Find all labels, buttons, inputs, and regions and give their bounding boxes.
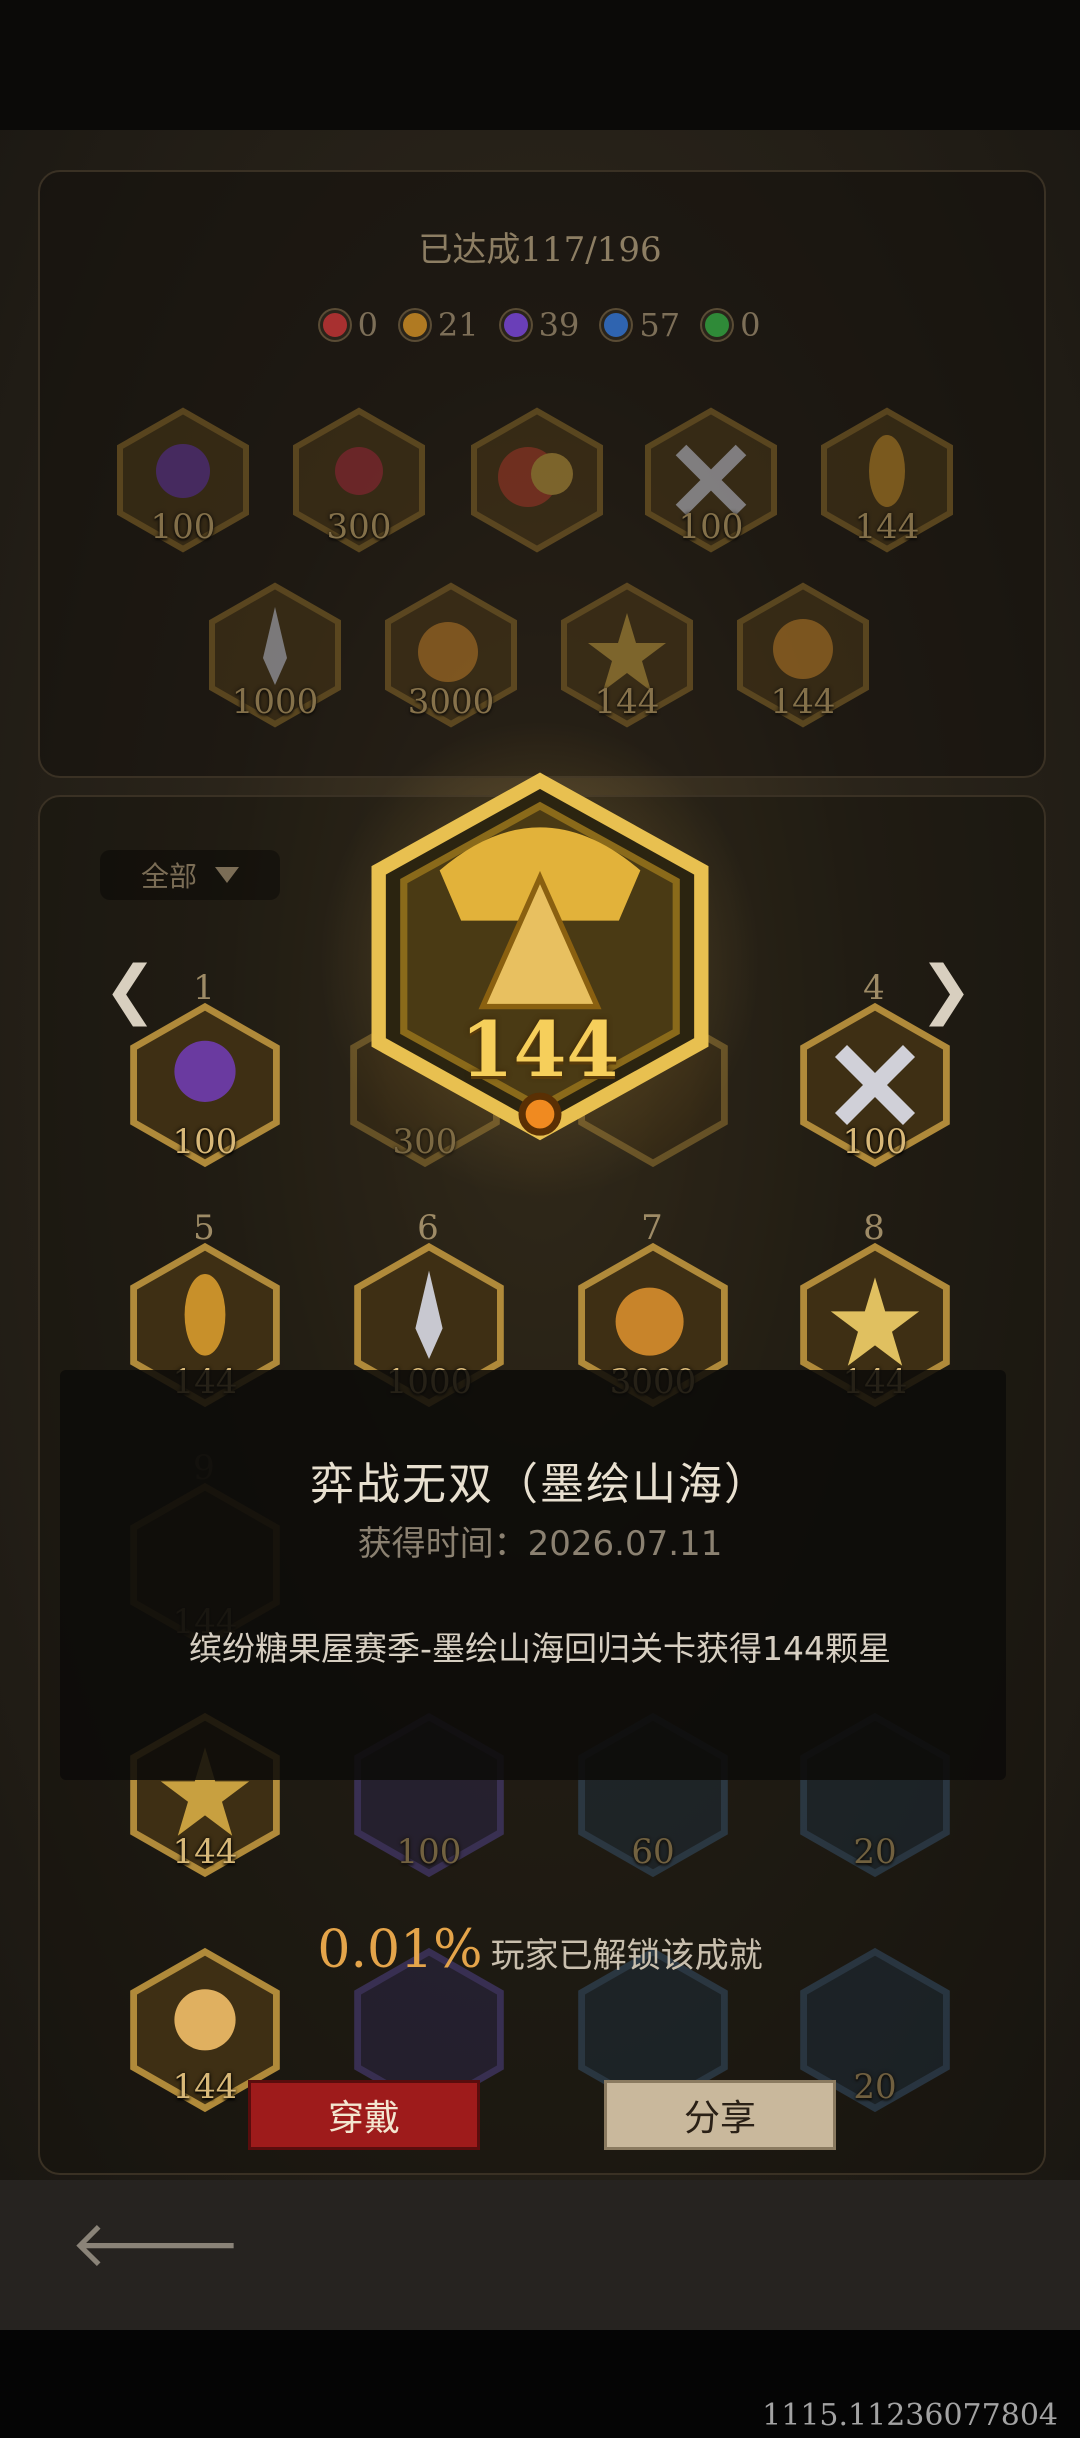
gem-purple: 39	[500, 306, 579, 344]
gem-red: 0	[319, 306, 378, 344]
green-gem-icon	[702, 310, 733, 340]
achievement-count: 已达成117/196	[418, 230, 662, 270]
top-bar	[0, 0, 1080, 130]
filter-dropdown[interactable]: 全部	[100, 850, 280, 900]
badge-moon-icon	[471, 407, 603, 553]
top-badge[interactable]: 100	[636, 405, 786, 555]
gem-blue: 57	[601, 306, 680, 344]
gem-gold: 21	[399, 306, 479, 344]
unlock-text: 玩家已解锁该成就	[490, 1936, 763, 1976]
grid-badge[interactable]: 100	[120, 1000, 290, 1170]
achievement-time: 获得时间：2026.07.11	[357, 1524, 723, 1564]
gem-count-row: 0 21 39 57 0	[0, 306, 1080, 344]
chevron-down-icon	[215, 867, 239, 883]
wear-button[interactable]: 穿戴	[248, 2080, 480, 2150]
unlock-rate: 0.01% 玩家已解锁该成就	[0, 1920, 1080, 1980]
achievement-description: 缤纷糖果屋赛季-墨绘山海回归关卡获得144颗星	[189, 1629, 891, 1668]
top-badge[interactable]: 144	[812, 405, 962, 555]
top-badge[interactable]: 100	[108, 405, 258, 555]
purple-gem-icon	[500, 310, 531, 340]
footer-id: 1115.11236077804	[762, 2398, 1058, 2433]
detail-panel	[60, 1370, 1006, 1780]
share-button[interactable]: 分享	[604, 2080, 836, 2150]
grid-badge[interactable]: 100	[790, 1000, 960, 1170]
unlock-percent: 0.01%	[317, 1920, 483, 1980]
gold-gem-icon	[399, 310, 430, 340]
top-badge[interactable]: 300	[284, 405, 434, 555]
gem-green: 0	[702, 306, 760, 344]
back-arrow-icon[interactable]: 🡐	[70, 2210, 242, 2280]
hero-value: 144	[460, 1005, 620, 1094]
top-badge[interactable]	[462, 405, 612, 555]
red-gem-icon	[319, 310, 350, 340]
achievement-title: 弈战无双（墨绘山海）	[310, 1459, 770, 1510]
blue-gem-icon	[601, 310, 632, 340]
